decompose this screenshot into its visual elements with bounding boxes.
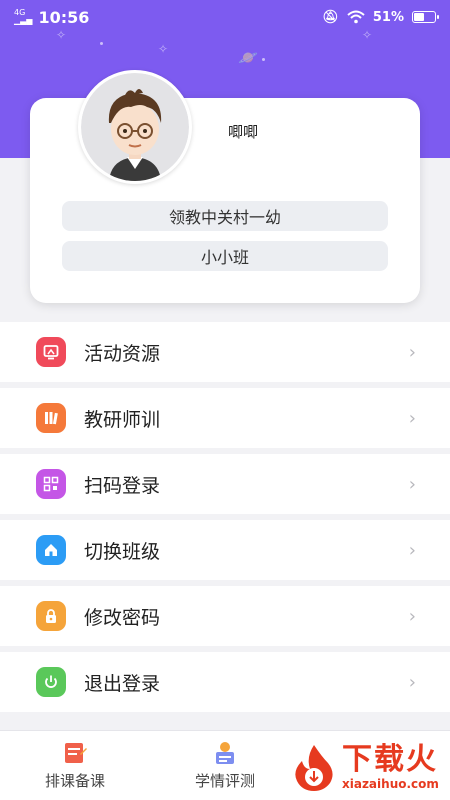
- lock-icon: [36, 601, 66, 631]
- menu-item-logout[interactable]: 退出登录 ›: [0, 652, 450, 718]
- watermark-text: 下载火 xiazaihuo.com: [342, 742, 439, 792]
- menu-label: 退出登录: [84, 672, 161, 695]
- home-icon: [36, 535, 66, 565]
- chevron-right-icon: ›: [408, 539, 416, 561]
- menu-label: 教研师训: [84, 408, 161, 431]
- chevron-right-icon: ›: [408, 671, 416, 693]
- tab-assessment[interactable]: 学情评测: [150, 731, 300, 800]
- power-icon: [36, 667, 66, 697]
- menu-item-switch-class[interactable]: 切换班级 ›: [0, 520, 450, 586]
- menu-label: 修改密码: [84, 606, 161, 629]
- battery-level: [414, 13, 425, 21]
- battery-icon: [412, 11, 439, 23]
- class-name: 小小班: [62, 241, 388, 271]
- dot-decoration: [100, 42, 103, 45]
- watermark: 下载火 xiazaihuo.com: [288, 736, 450, 798]
- username: 唧唧: [228, 123, 259, 141]
- books-icon: [36, 403, 66, 433]
- avatar-illustration: [81, 73, 189, 181]
- menu-item-change-password[interactable]: 修改密码 ›: [0, 586, 450, 652]
- tab-schedule[interactable]: 排课备课: [0, 731, 150, 800]
- assessment-icon: [212, 740, 238, 766]
- menu-item-activity-resources[interactable]: 活动资源 ›: [0, 322, 450, 388]
- star-decoration: ✧: [158, 42, 169, 56]
- silent-icon: 🔕︎: [322, 9, 339, 25]
- menu-label: 扫码登录: [84, 474, 161, 497]
- chevron-right-icon: ›: [408, 407, 416, 429]
- settings-menu: 活动资源 › 教研师训 › 扫码登录 › 切换班级 › 修改密码 › 退出登录 …: [0, 322, 450, 718]
- status-bar: 4G ▁▃▅ 10:56 🔕︎ 51%: [0, 0, 450, 34]
- menu-item-scan-login[interactable]: 扫码登录 ›: [0, 454, 450, 520]
- flame-logo-icon: [292, 743, 336, 791]
- schedule-icon: [62, 740, 88, 766]
- network-indicator: 4G ▁▃▅: [14, 8, 33, 25]
- monitor-icon: [36, 337, 66, 367]
- wifi-icon: [347, 10, 365, 24]
- watermark-title: 下载火: [342, 742, 438, 777]
- qrcode-icon: [36, 469, 66, 499]
- chevron-right-icon: ›: [408, 605, 416, 627]
- tab-label: 学情评测: [194, 772, 255, 790]
- status-time: 10:56: [38, 7, 90, 27]
- menu-item-teaching-research[interactable]: 教研师训 ›: [0, 388, 450, 454]
- menu-label: 活动资源: [84, 342, 161, 365]
- menu-label: 切换班级: [84, 540, 161, 563]
- tab-label: 排课备课: [44, 772, 105, 790]
- school-name: 领教中关村一幼: [62, 201, 388, 231]
- chevron-right-icon: ›: [408, 341, 416, 363]
- dot-decoration: [262, 58, 265, 61]
- chevron-right-icon: ›: [408, 473, 416, 495]
- planet-decoration: 🪐: [238, 48, 258, 67]
- battery-percent: 51%: [372, 9, 404, 25]
- avatar[interactable]: [78, 70, 192, 184]
- watermark-subtitle: xiazaihuo.com: [342, 777, 439, 791]
